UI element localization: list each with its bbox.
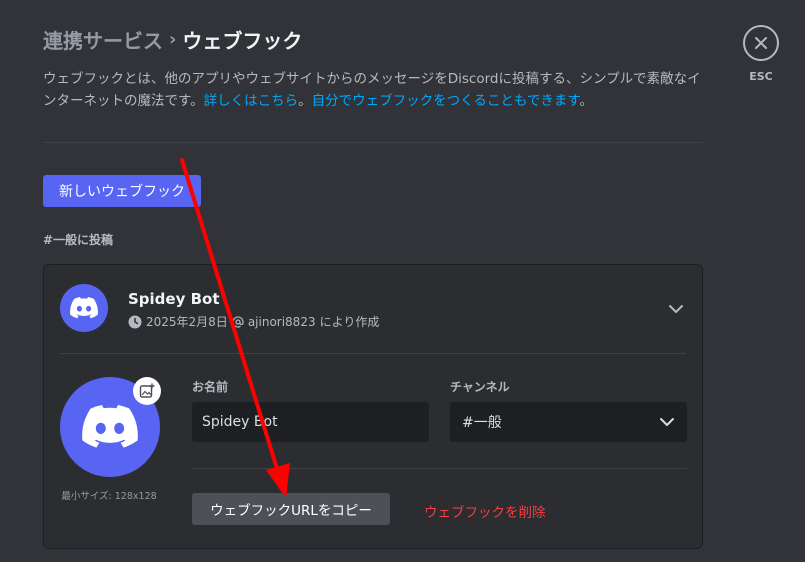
created-date: 2025年2月8日 bbox=[146, 315, 228, 329]
channel-select[interactable]: #一般 bbox=[450, 402, 687, 442]
webhook-avatar-small bbox=[60, 284, 108, 332]
card-divider bbox=[60, 353, 686, 354]
webhook-card: Spidey Bot 2025年2月8日 ajinori8823 により作成 最… bbox=[43, 264, 703, 549]
discord-logo-icon bbox=[70, 297, 98, 319]
close-button[interactable] bbox=[743, 25, 779, 61]
post-channel-label: #一般に投稿 bbox=[43, 233, 114, 247]
esc-label: ESC bbox=[749, 70, 773, 83]
new-webhook-button[interactable]: 新しいウェブフック bbox=[43, 175, 201, 207]
close-area: ESC bbox=[743, 25, 779, 83]
page-title: ウェブフック bbox=[182, 29, 303, 53]
delete-webhook-button[interactable]: ウェブフックを削除 bbox=[424, 501, 546, 521]
create-own-webhook-link[interactable]: 自分でウェブフックをつくることもできます bbox=[312, 93, 580, 109]
section-divider bbox=[43, 142, 703, 143]
breadcrumb-separator: › bbox=[169, 29, 177, 50]
learn-more-link[interactable]: 詳しくはこちら bbox=[204, 93, 299, 109]
breadcrumb-parent[interactable]: 連携サービス bbox=[43, 25, 163, 54]
collapse-toggle[interactable] bbox=[668, 299, 684, 318]
chevron-down-icon bbox=[660, 418, 674, 426]
avatar-upload-button[interactable] bbox=[133, 377, 161, 405]
name-label: お名前 bbox=[192, 380, 229, 394]
discord-logo-icon bbox=[82, 405, 138, 448]
created-suffix: により作成 bbox=[319, 315, 380, 329]
created-by: ajinori8823 bbox=[247, 314, 316, 329]
clock-icon bbox=[128, 315, 142, 328]
webhook-name-input[interactable] bbox=[192, 402, 429, 442]
webhook-description: ウェブフックとは、他のアプリやウェブサイトからのメッセージをDiscordに投稿… bbox=[43, 68, 703, 112]
channel-label: チャンネル bbox=[450, 380, 510, 394]
at-icon bbox=[232, 315, 244, 327]
min-size-hint: 最小サイズ: 128x128 bbox=[61, 491, 157, 502]
description-period: 。 bbox=[298, 93, 312, 109]
description-end: 。 bbox=[579, 93, 594, 109]
copy-webhook-url-button[interactable]: ウェブフックURLをコピー bbox=[192, 493, 390, 525]
webhook-name: Spidey Bot bbox=[128, 290, 220, 308]
channel-select-value: #一般 bbox=[462, 415, 502, 431]
chevron-down-icon bbox=[669, 305, 683, 313]
image-upload-icon bbox=[139, 383, 155, 398]
close-icon bbox=[755, 37, 767, 49]
webhook-meta: 2025年2月8日 ajinori8823 により作成 bbox=[128, 313, 379, 330]
breadcrumb: 連携サービス › ウェブフック bbox=[43, 25, 302, 54]
field-divider bbox=[192, 468, 687, 469]
